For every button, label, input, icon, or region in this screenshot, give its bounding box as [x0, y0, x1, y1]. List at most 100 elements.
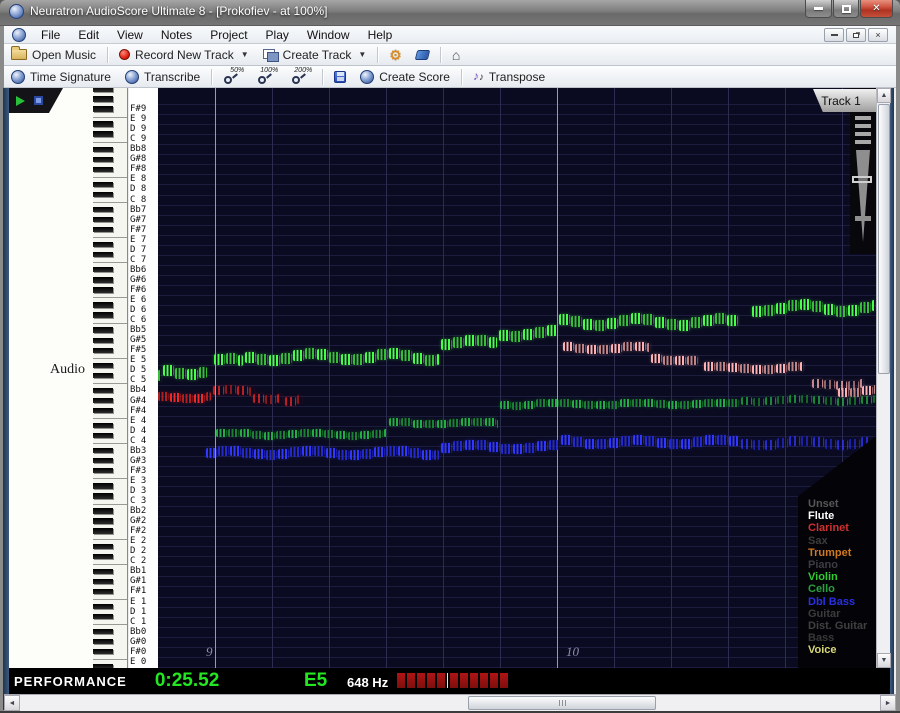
- menu-item-notes[interactable]: Notes: [152, 27, 201, 43]
- menu-item-project[interactable]: Project: [201, 27, 256, 43]
- piano-key-black[interactable]: [93, 372, 113, 378]
- piano-key-black[interactable]: [93, 267, 113, 273]
- vertical-scroll-thumb[interactable]: [878, 104, 890, 374]
- menu-item-view[interactable]: View: [108, 27, 152, 43]
- track-tab[interactable]: Track 1: [813, 89, 876, 112]
- legend-item-cello[interactable]: Cello: [808, 583, 835, 595]
- piano-key-black[interactable]: [93, 252, 113, 258]
- piano-key-black[interactable]: [93, 362, 113, 368]
- menu-item-file[interactable]: File: [32, 27, 69, 43]
- mdi-restore-button[interactable]: [846, 28, 866, 42]
- scroll-down-arrow[interactable]: ▼: [877, 653, 891, 668]
- toolbar-save-button[interactable]: [327, 67, 353, 87]
- piano-key-black[interactable]: [93, 226, 113, 233]
- chevron-down-icon[interactable]: ▼: [241, 50, 249, 59]
- piano-key-black[interactable]: [93, 448, 113, 454]
- legend-item-bass[interactable]: Bass: [808, 632, 834, 644]
- legend-item-dbl-bass[interactable]: Dbl Bass: [808, 596, 855, 608]
- piano-key-black[interactable]: [93, 287, 113, 293]
- piano-key-black[interactable]: [93, 146, 113, 152]
- piano-key-black[interactable]: [93, 191, 113, 198]
- chevron-down-icon[interactable]: ▼: [358, 50, 366, 59]
- piano-key-black[interactable]: [93, 422, 113, 429]
- scroll-right-arrow[interactable]: ►: [880, 695, 896, 711]
- toolbar-create-score-button[interactable]: Create Score: [353, 67, 457, 87]
- piano-key-black[interactable]: [93, 493, 113, 499]
- piano-key-black[interactable]: [93, 568, 113, 574]
- piano-key-black[interactable]: [93, 518, 113, 524]
- piano-key-black[interactable]: [93, 277, 113, 283]
- piano-key-black[interactable]: [93, 528, 113, 534]
- maximize-button[interactable]: [833, 0, 859, 18]
- toolbar-transcribe-button[interactable]: Transcribe: [118, 67, 207, 87]
- fader-handle[interactable]: [852, 176, 872, 183]
- piano-key-black[interactable]: [93, 397, 113, 404]
- legend-item-flute[interactable]: Flute: [808, 510, 834, 522]
- scroll-left-arrow[interactable]: ◄: [4, 695, 20, 711]
- piano-key-black[interactable]: [93, 156, 113, 162]
- legend-item-clarinet[interactable]: Clarinet: [808, 522, 849, 534]
- menu-item-help[interactable]: Help: [359, 27, 402, 43]
- toolbar-record-new-track-button[interactable]: Record New Track ▼: [112, 45, 256, 65]
- piano-key-black[interactable]: [93, 553, 113, 559]
- piano-key-black[interactable]: [93, 603, 113, 610]
- legend-item-guitar[interactable]: Guitar: [808, 608, 840, 620]
- toolbar-transpose-button[interactable]: ♪♪ Transpose: [466, 67, 552, 87]
- play-button[interactable]: [16, 95, 25, 106]
- legend-item-piano[interactable]: Piano: [808, 559, 838, 571]
- legend-item-sax[interactable]: Sax: [808, 535, 828, 547]
- mdi-minimize-button[interactable]: [824, 28, 844, 42]
- horizontal-scrollbar[interactable]: ◄ ►: [4, 694, 896, 711]
- piano-keyboard[interactable]: [93, 88, 128, 668]
- piano-key-black[interactable]: [93, 468, 113, 474]
- menu-item-window[interactable]: Window: [298, 27, 359, 43]
- close-button[interactable]: ✕: [860, 0, 893, 18]
- piano-key-black[interactable]: [93, 88, 113, 92]
- piano-key-black[interactable]: [93, 131, 113, 137]
- piano-key-black[interactable]: [93, 588, 113, 595]
- piano-key-black[interactable]: [93, 106, 113, 112]
- piano-key-black[interactable]: [93, 483, 113, 489]
- legend-item-voice[interactable]: Voice: [808, 644, 837, 656]
- menu-item-edit[interactable]: Edit: [69, 27, 108, 43]
- toolbar-zoom-button[interactable]: 50%: [216, 67, 250, 87]
- document-icon[interactable]: [12, 27, 26, 42]
- legend-item-violin[interactable]: Violin: [808, 571, 838, 583]
- pitch-grid[interactable]: 91011Track 1UnsetFluteClarinetSaxTrumpet…: [158, 88, 876, 668]
- title-bar[interactable]: Neuratron AudioScore Ultimate 8 - [Proko…: [0, 0, 900, 26]
- piano-key-black[interactable]: [93, 242, 113, 248]
- piano-key-black[interactable]: [93, 327, 113, 333]
- legend-item-trumpet[interactable]: Trumpet: [808, 547, 851, 559]
- piano-key-black[interactable]: [93, 628, 113, 635]
- piano-key-black[interactable]: [93, 432, 113, 439]
- toolbar-home-button[interactable]: ⌂: [445, 45, 467, 65]
- horizontal-scroll-thumb[interactable]: [468, 696, 656, 710]
- piano-key-black[interactable]: [93, 543, 113, 549]
- piano-key-black[interactable]: [93, 302, 113, 308]
- piano-key-black[interactable]: [93, 578, 113, 585]
- piano-key-black[interactable]: [93, 121, 113, 127]
- legend-item-unset[interactable]: Unset: [808, 498, 839, 510]
- vertical-scrollbar[interactable]: ▲ ▼: [876, 88, 891, 668]
- scroll-up-arrow[interactable]: ▲: [877, 88, 891, 103]
- toolbar-book-button[interactable]: [409, 45, 436, 65]
- toolbar-zoom-button[interactable]: 200%: [284, 67, 318, 87]
- piano-key-black[interactable]: [93, 166, 113, 172]
- piano-key-black[interactable]: [93, 337, 113, 343]
- piano-key-black[interactable]: [93, 206, 113, 213]
- piano-key-black[interactable]: [93, 407, 113, 414]
- piano-key-black[interactable]: [93, 96, 113, 102]
- piano-key-black[interactable]: [93, 181, 113, 188]
- menu-item-play[interactable]: Play: [257, 27, 298, 43]
- piano-key-black[interactable]: [93, 312, 113, 318]
- piano-key-black[interactable]: [93, 387, 113, 394]
- mdi-close-button[interactable]: ×: [868, 28, 888, 42]
- toolbar-zoom-button[interactable]: 100%: [250, 67, 284, 87]
- piano-key-black[interactable]: [93, 347, 113, 353]
- piano-key-black[interactable]: [93, 639, 113, 645]
- piano-key-black[interactable]: [93, 649, 113, 655]
- stop-button[interactable]: [34, 96, 43, 105]
- toolbar-time-signature-button[interactable]: Time Signature: [4, 67, 118, 87]
- piano-key-black[interactable]: [93, 458, 113, 464]
- toolbar-gear-button[interactable]: ⚙: [382, 45, 409, 65]
